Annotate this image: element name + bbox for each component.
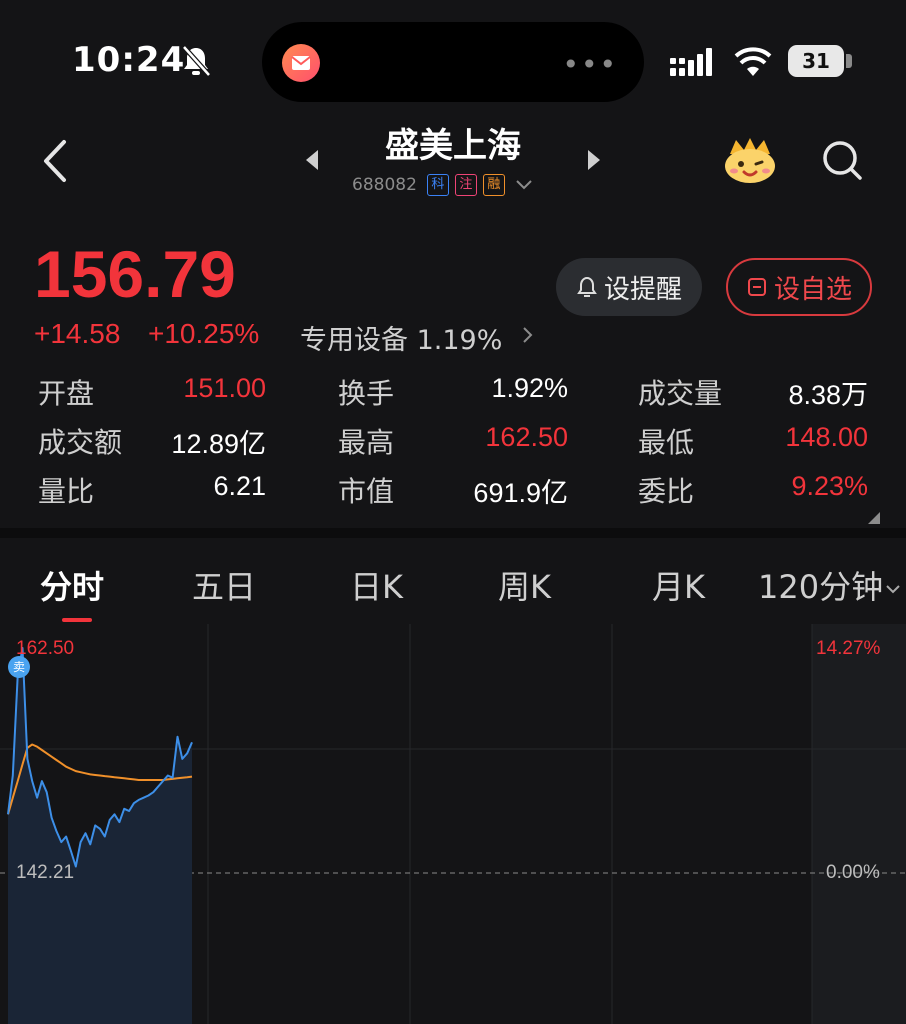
stock-code-row[interactable]: 688082 科 注 融 [352, 172, 533, 198]
sector-link[interactable]: 专用设备 1.19% [300, 318, 502, 357]
sell-marker[interactable]: 卖 [8, 656, 30, 678]
tab-weekly-k[interactable]: 周K [498, 562, 551, 608]
chevron-right-icon[interactable] [522, 326, 534, 344]
chevron-down-icon[interactable] [515, 178, 533, 192]
add-watchlist-label: 设自选 [773, 274, 852, 305]
stat-low-value: 148.00 [785, 422, 868, 452]
stock-name: 盛美上海 [385, 126, 521, 166]
stat-high-value: 162.50 [485, 422, 568, 452]
mascot-icon[interactable] [722, 134, 778, 186]
stat-volume-ratio-value: 6.21 [213, 471, 266, 501]
add-watchlist-button[interactable]: 设自选 [726, 258, 872, 316]
stat-turnover-label: 换手 [338, 377, 395, 410]
next-stock-icon[interactable] [584, 148, 604, 172]
mail-icon [282, 44, 320, 82]
tab-120-minute[interactable]: 120分钟 [758, 562, 883, 608]
stat-volume-value: 8.38万 [788, 380, 868, 410]
cellular-signal-icon [670, 48, 712, 76]
section-divider [0, 528, 906, 538]
price-change: +14.58 [34, 318, 121, 349]
battery-cap [846, 54, 852, 68]
dynamic-island[interactable]: ••• [262, 22, 644, 102]
wifi-icon [734, 47, 772, 76]
expand-corner-icon[interactable] [868, 512, 880, 524]
stat-open-value: 151.00 [183, 373, 266, 403]
status-time: 10:24 [72, 40, 186, 80]
back-icon[interactable] [34, 136, 74, 186]
stat-amount-label: 成交额 [38, 426, 123, 459]
tab-monthly-k[interactable]: 月K [652, 562, 705, 608]
stat-high-label: 最高 [338, 426, 395, 459]
price-area-fill [8, 648, 192, 1024]
stat-market-cap-value: 691.9亿 [473, 478, 568, 508]
more-dots-icon: ••• [562, 48, 618, 81]
tab-daily-k[interactable]: 日K [350, 562, 403, 608]
tab-intraday[interactable]: 分时 [40, 562, 104, 608]
current-price: 156.79 [34, 237, 236, 311]
stat-order-ratio-value: 9.23% [791, 471, 868, 501]
tag-star-market: 科 [426, 174, 449, 196]
chart-pct-zero-label: 0.00% [826, 862, 880, 883]
stat-amount-value: 12.89亿 [171, 429, 266, 459]
bell-icon [577, 276, 597, 297]
stat-volume-ratio-label: 量比 [38, 475, 95, 508]
status-bar: 10:24 ••• 31 [0, 0, 906, 120]
set-alert-label: 设提醒 [603, 274, 682, 305]
chevron-down-icon[interactable] [886, 584, 900, 594]
tag-margin: 融 [482, 174, 505, 196]
price-change-percent: +10.25% [148, 318, 260, 349]
battery-level: 31 [802, 49, 830, 73]
previous-stock-icon[interactable] [302, 148, 322, 172]
chart-right-panel [812, 624, 906, 1024]
set-alert-button[interactable]: 设提醒 [556, 258, 702, 316]
stat-market-cap-label: 市值 [338, 475, 395, 508]
search-icon[interactable] [818, 136, 866, 184]
stat-low-label: 最低 [638, 426, 695, 459]
active-tab-indicator [62, 618, 92, 622]
stat-open-label: 开盘 [38, 377, 95, 410]
stat-order-ratio-label: 委比 [638, 475, 695, 508]
battery-icon: 31 [788, 45, 844, 77]
stock-code: 688082 [352, 175, 417, 195]
chart-low-label: 142.21 [16, 862, 75, 883]
intraday-chart[interactable] [0, 624, 906, 1024]
stat-volume-label: 成交量 [638, 377, 723, 410]
chart-pct-high-label: 14.27% [816, 638, 881, 659]
stat-turnover-value: 1.92% [491, 373, 568, 403]
tab-five-day[interactable]: 五日 [192, 562, 256, 608]
tag-registration: 注 [454, 174, 477, 196]
bell-mute-icon [182, 45, 211, 77]
watchlist-icon [747, 278, 766, 296]
